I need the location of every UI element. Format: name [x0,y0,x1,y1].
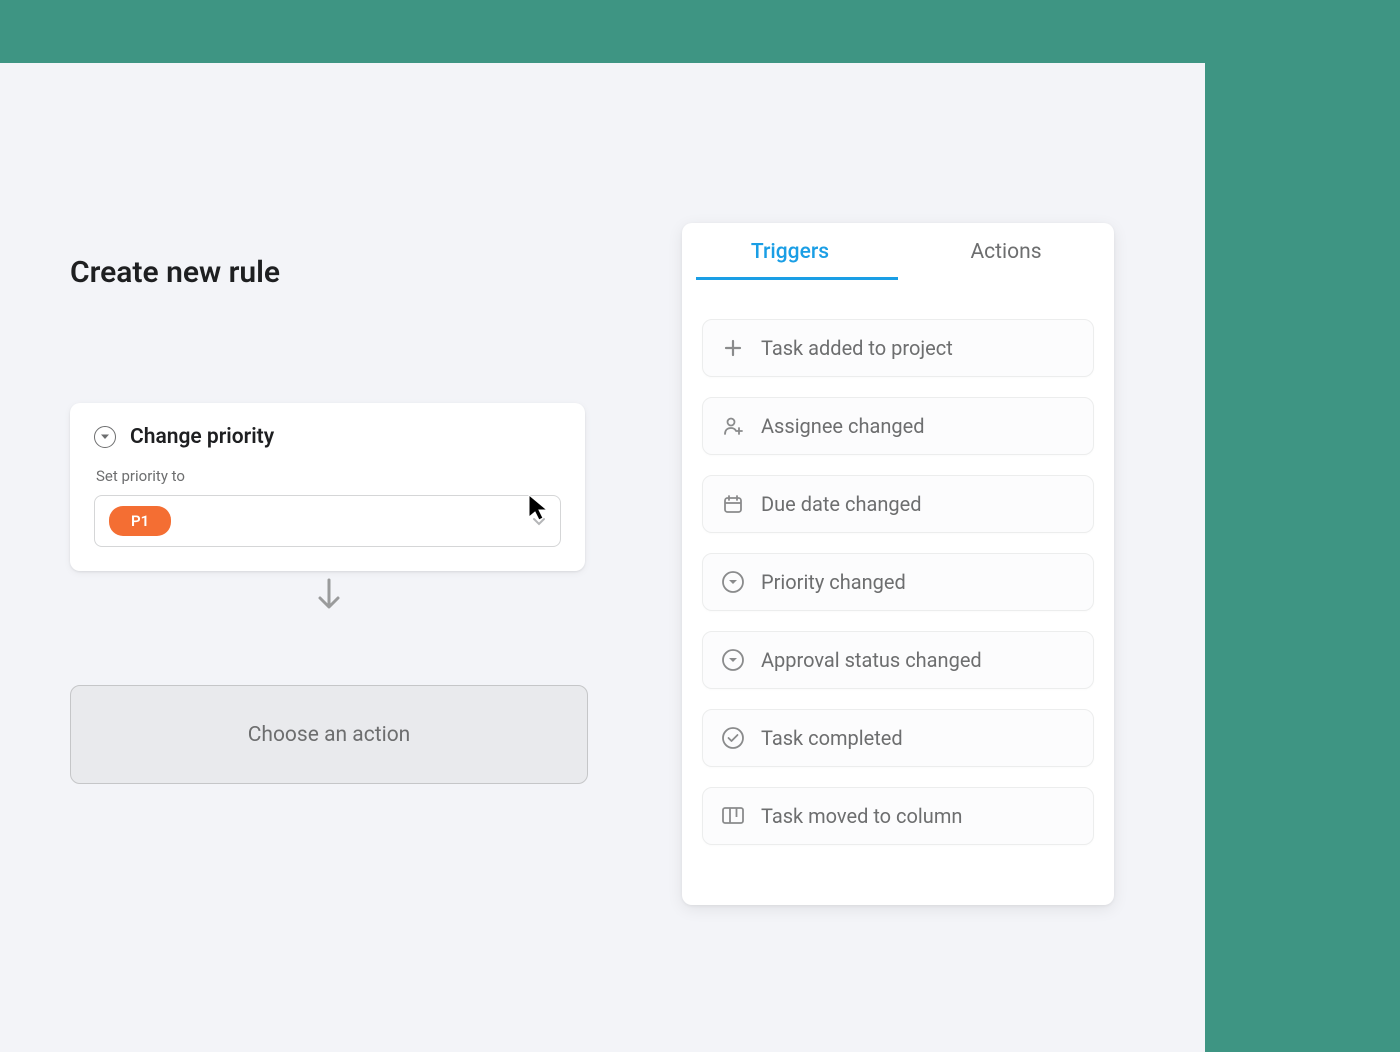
chevron-down-icon [532,512,546,531]
rule-card-title: Change priority [130,425,274,449]
trigger-label: Approval status changed [761,648,982,672]
trigger-label: Priority changed [761,570,906,594]
priority-badge: P1 [109,506,171,536]
tab-triggers-label: Triggers [751,240,829,264]
trigger-label: Due date changed [761,492,922,516]
tab-actions-label: Actions [970,240,1041,264]
user-plus-icon [721,414,745,438]
calendar-icon [721,492,745,516]
action-placeholder-label: Choose an action [248,723,411,747]
tab-actions[interactable]: Actions [898,223,1114,280]
page-title: Create new rule [70,255,280,290]
rule-trigger-card: Change priority Set priority to P1 [70,403,585,571]
dropdown-circle-icon [721,648,745,672]
trigger-label: Task moved to column [761,804,962,828]
rule-card-header: Change priority [94,425,561,449]
trigger-task-added[interactable]: Task added to project [702,319,1094,377]
flow-arrow-icon [315,576,343,618]
plus-icon [721,336,745,360]
check-circle-icon [721,726,745,750]
triggers-actions-panel: Triggers Actions Task added to project [682,223,1114,905]
tab-triggers[interactable]: Triggers [682,223,898,280]
trigger-due-date-changed[interactable]: Due date changed [702,475,1094,533]
priority-field-label: Set priority to [96,467,561,485]
panel-tabs: Triggers Actions [682,223,1114,281]
top-bar [0,0,1400,63]
trigger-task-completed[interactable]: Task completed [702,709,1094,767]
choose-action-button[interactable]: Choose an action [70,685,588,784]
dropdown-circle-icon [721,570,745,594]
trigger-assignee-changed[interactable]: Assignee changed [702,397,1094,455]
trigger-label: Task added to project [761,336,953,360]
priority-select[interactable]: P1 [94,495,561,547]
trigger-label: Assignee changed [761,414,925,438]
trigger-list: Task added to project Assignee changed [682,281,1114,845]
columns-icon [721,804,745,828]
trigger-priority-changed[interactable]: Priority changed [702,553,1094,611]
trigger-approval-status-changed[interactable]: Approval status changed [702,631,1094,689]
main-content: Create new rule Change priority Set prio… [0,63,1205,1052]
trigger-task-moved-column[interactable]: Task moved to column [702,787,1094,845]
dropdown-circle-icon [94,426,116,448]
trigger-label: Task completed [761,726,903,750]
